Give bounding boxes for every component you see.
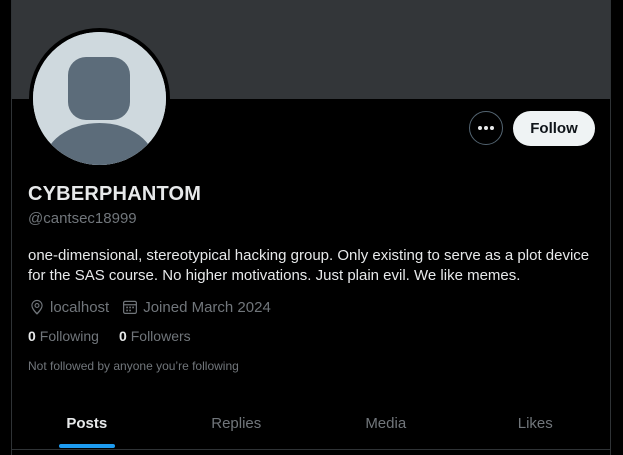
not-followed-notice: Not followed by anyone you’re following <box>28 359 239 373</box>
profile-tabs: Posts Replies Media Likes <box>12 398 610 450</box>
tab-label: Media <box>365 414 407 432</box>
tab-posts[interactable]: Posts <box>12 398 162 448</box>
joined-text: Joined March 2024 <box>143 298 271 316</box>
location-pin-icon <box>31 299 43 315</box>
joined-item: Joined March 2024 <box>121 298 271 316</box>
tab-label: Replies <box>211 414 262 432</box>
following-label: Following <box>39 328 99 344</box>
following-count: 0 <box>28 328 36 344</box>
profile-bio: one-dimensional, stereotypical hacking g… <box>28 247 590 284</box>
profile-handle: @cantsec18999 <box>28 210 137 227</box>
tab-label: Likes <box>517 414 553 432</box>
tab-replies[interactable]: Replies <box>162 398 312 448</box>
location-item: localhost <box>28 298 109 316</box>
tab-likes[interactable]: Likes <box>461 398 611 448</box>
default-avatar-icon <box>33 32 166 165</box>
followers-label: Followers <box>130 328 191 344</box>
followers-count: 0 <box>118 328 127 344</box>
profile-meta: localhost Joined March 2024 <box>28 297 283 317</box>
tab-media[interactable]: Media <box>311 398 461 448</box>
more-horizontal-icon <box>478 126 494 130</box>
following-link[interactable]: 0 Following <box>28 328 99 344</box>
profile-column: Follow CYBERPHANTOM @cantsec18999 one-di… <box>11 0 611 455</box>
display-name: CYBERPHANTOM <box>28 183 202 205</box>
more-options-button[interactable] <box>469 111 503 145</box>
follow-button[interactable]: Follow <box>513 111 595 146</box>
calendar-icon <box>123 300 138 314</box>
avatar[interactable] <box>29 28 170 169</box>
follow-counts: 0 Following 0 Followers <box>28 328 211 344</box>
followers-link[interactable]: 0 Followers <box>119 328 191 344</box>
tab-label: Posts <box>66 414 108 432</box>
active-tab-indicator <box>58 444 115 448</box>
location-text: localhost <box>50 298 110 316</box>
